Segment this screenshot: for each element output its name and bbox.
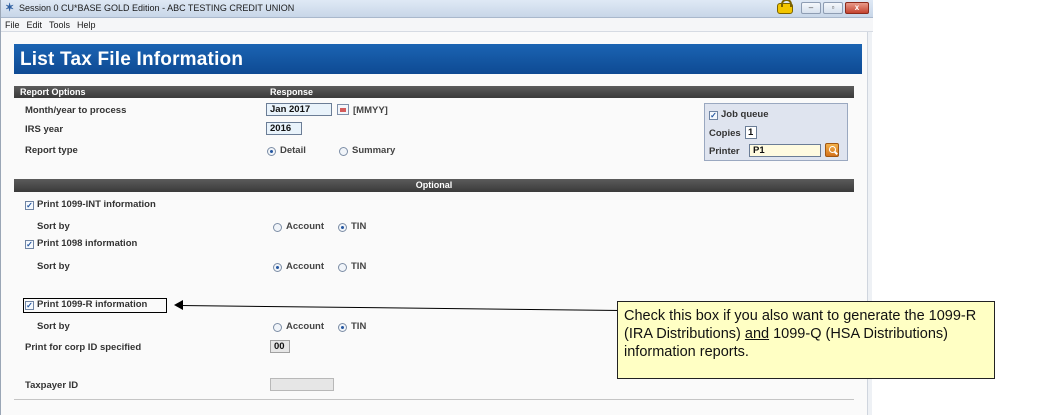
report-options-heading: Report Options (20, 87, 86, 97)
print-1099-r-checkbox[interactable]: ✓ (25, 301, 34, 310)
copies-label: Copies (709, 128, 741, 139)
sort-1099-r-account-radio[interactable] (273, 323, 282, 332)
sort-1098-tin-label: TIN (351, 261, 367, 272)
print-1099-r-label: Print 1099-R information (37, 299, 148, 310)
sort-1099-int-tin-label: TIN (351, 221, 367, 232)
sort-1099-r-tin-radio[interactable] (338, 323, 347, 332)
job-queue-label: Job queue (721, 109, 769, 120)
corp-id-label: Print for corp ID specified (25, 342, 142, 353)
close-button[interactable]: x (845, 2, 869, 14)
sort-1098-tin-radio[interactable] (338, 263, 347, 272)
irs-year-label: IRS year (25, 124, 64, 135)
menu-edit[interactable]: Edit (27, 18, 43, 31)
print-1098-label: Print 1098 information (37, 238, 138, 249)
optional-heading: Optional (415, 180, 453, 190)
sort-1099-r-tin-label: TIN (351, 321, 367, 332)
copies-input[interactable]: 1 (745, 126, 757, 139)
printer-input[interactable]: P1 (749, 144, 821, 157)
callout-text-and: and (744, 326, 770, 342)
app-logo-icon: ✶ (5, 2, 15, 14)
job-queue-checkbox[interactable]: ✓ (709, 111, 718, 120)
printer-search-icon[interactable] (825, 143, 839, 157)
sort-1098-account-label: Account (286, 261, 324, 272)
report-type-detail-label: Detail (280, 145, 306, 156)
taxpayer-id-label: Taxpayer ID (25, 380, 79, 391)
menu-help[interactable]: Help (77, 18, 96, 31)
page-title: List Tax File Information (20, 49, 244, 70)
menu-file[interactable]: File (5, 18, 20, 31)
sort-by-1099-int-label: Sort by (37, 221, 70, 232)
sort-1098-account-radio[interactable] (273, 263, 282, 272)
month-year-format: [MMYY] (353, 105, 388, 116)
callout-arrow-head (174, 300, 183, 310)
window-controls: – ▫ x (777, 0, 869, 14)
sort-1099-int-account-label: Account (286, 221, 324, 232)
callout-box: Check this box if you also want to gener… (617, 301, 995, 379)
menu-tools[interactable]: Tools (49, 18, 70, 31)
window-title: Session 0 CU*BASE GOLD Edition - ABC TES… (19, 3, 295, 13)
optional-header: Optional (14, 179, 854, 192)
calendar-icon[interactable] (337, 104, 349, 115)
month-year-label: Month/year to process (25, 105, 127, 116)
report-options-header: Report Options Response (14, 86, 854, 98)
menu-bar: File Edit Tools Help (1, 18, 873, 32)
sort-by-1098-label: Sort by (37, 261, 70, 272)
report-type-summary-radio[interactable] (339, 147, 348, 156)
irs-year-input[interactable]: 2016 (266, 122, 302, 135)
sort-1099-r-account-label: Account (286, 321, 324, 332)
page-header: List Tax File Information (14, 44, 862, 74)
maximize-button[interactable]: ▫ (823, 2, 843, 14)
taxpayer-id-input[interactable] (270, 378, 334, 391)
job-queue-panel: ✓ Job queue Copies 1 Printer P1 (704, 103, 848, 161)
sort-1099-int-tin-radio[interactable] (338, 223, 347, 232)
print-1099-int-checkbox[interactable]: ✓ (25, 201, 34, 210)
response-heading: Response (270, 87, 314, 97)
report-type-label: Report type (25, 145, 78, 156)
corp-id-input[interactable]: 00 (270, 340, 290, 353)
lock-icon[interactable] (777, 0, 793, 14)
sort-1099-int-account-radio[interactable] (273, 223, 282, 232)
report-type-detail-radio[interactable] (267, 147, 276, 156)
print-1098-checkbox[interactable]: ✓ (25, 240, 34, 249)
title-bar: ✶ Session 0 CU*BASE GOLD Edition - ABC T… (1, 0, 873, 18)
minimize-button[interactable]: – (801, 2, 821, 14)
bottom-divider (14, 399, 854, 400)
month-year-input[interactable]: Jan 2017 (266, 103, 332, 116)
sort-by-1099-r-label: Sort by (37, 321, 70, 332)
printer-label: Printer (709, 146, 740, 157)
report-type-summary-label: Summary (352, 145, 396, 156)
print-1099-int-label: Print 1099-INT information (37, 199, 156, 210)
